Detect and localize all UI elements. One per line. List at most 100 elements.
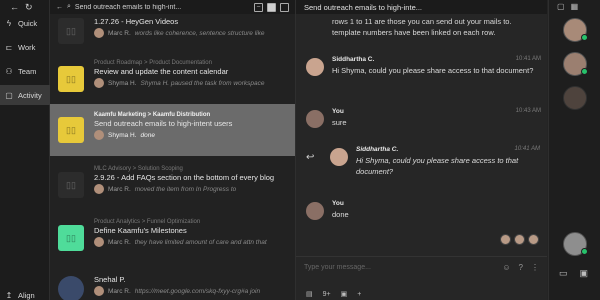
left-sidebar: ← ↻ ϟ Quick ⊏ Work ⚇ Team ▢ Activity ↥ A…: [0, 0, 50, 300]
rail-top-controls: ▢ ▦: [557, 2, 578, 11]
avatar[interactable]: [563, 232, 588, 256]
message-time: 10:41 AM: [514, 146, 540, 152]
task-breadcrumb[interactable]: MLC Advisory > Solution Scoping: [94, 165, 295, 173]
task-breadcrumb[interactable]: Product Roadmap > Product Documentation: [94, 59, 295, 67]
screen-icon[interactable]: ▣: [580, 268, 589, 279]
task-author: Marc R.: [108, 185, 131, 193]
task-last-activity: https://meet.google.com/skq-fxyy-crg#a j…: [134, 287, 261, 295]
history-icon[interactable]: ↻: [25, 2, 33, 13]
minimize-icon[interactable]: –: [254, 2, 263, 12]
task-last-activity: they have limited amount of care and att…: [134, 238, 267, 246]
task-meta: Marc R. moved the item from In Progress …: [94, 184, 295, 194]
sidebar-item-label: Team: [18, 66, 37, 76]
task-author: Shyma H.: [108, 79, 137, 87]
avatar: [94, 28, 104, 38]
avatar: [500, 234, 511, 245]
avatar: [94, 130, 104, 140]
online-indicator: [581, 34, 588, 41]
sidebar-item-label: Work: [18, 42, 36, 52]
task-title: 2.9.26 - Add FAQs section on the bottom …: [94, 173, 275, 182]
avatar: [94, 184, 104, 194]
task-title: Send outreach emails to high-intent user…: [94, 119, 233, 128]
screen-icon[interactable]: ▣: [341, 290, 348, 298]
chat-icon: ▢: [5, 90, 13, 100]
sidebar-item-quick[interactable]: ϟ Quick: [0, 13, 50, 33]
sidebar-item-label: Quick: [18, 18, 38, 28]
task-title: Review and update the content calendar: [94, 67, 229, 76]
avatar: [514, 234, 525, 245]
rail-bottom-icons: ▭ ▣: [559, 268, 588, 279]
task-list-header-title: Send outreach emails to high-int...: [74, 3, 182, 11]
task-author: Marc R.: [108, 238, 131, 246]
avatar: [94, 78, 104, 88]
task-meta: Marc R. https://meet.google.com/skq-fxyy…: [94, 286, 295, 296]
sidebar-item-team[interactable]: ⚇ Team: [0, 61, 50, 81]
notifications-badge[interactable]: 9+: [323, 291, 331, 298]
back-arrow-icon[interactable]: ←: [10, 2, 19, 12]
task-row-selected[interactable]: ▯▯ Kaamfu Marketing > Kaamfu Distributio…: [50, 104, 295, 156]
task-last-activity: words like coherence, sentence structure…: [134, 29, 265, 37]
message-icon[interactable]: ▭: [559, 268, 568, 279]
message-composer[interactable]: Type your message... ☺ ? ⋮: [296, 256, 547, 278]
help-icon[interactable]: ?: [519, 263, 523, 272]
task-thumbnail: ▯▯: [58, 66, 84, 92]
avatar: [306, 58, 324, 76]
task-breadcrumb[interactable]: Product Analytics > Funnel Optimization: [94, 218, 295, 226]
sidebar-item-activity[interactable]: ▢ Activity: [0, 85, 50, 105]
mic-icon[interactable]: ⋮: [531, 263, 539, 272]
avatar: [58, 276, 84, 300]
message-text: Hi Shyma, could you please share access …: [332, 66, 534, 75]
task-row[interactable]: Snehal P. Marc R. https://meet.google.co…: [50, 270, 295, 300]
avatar[interactable]: [563, 86, 587, 110]
chat-icon[interactable]: ▢: [557, 2, 565, 11]
task-row[interactable]: ▯▯ MLC Advisory > Solution Scoping 2.9.2…: [50, 162, 295, 208]
online-indicator: [581, 248, 588, 255]
search-icon[interactable]: ⌕: [67, 3, 71, 11]
avatar[interactable]: [563, 18, 588, 42]
emoji-icon[interactable]: ☺: [502, 263, 510, 272]
list-view-icon[interactable]: [267, 2, 276, 12]
right-rail: ▢ ▦ ▭ ▣: [548, 0, 600, 300]
task-row[interactable]: ▯▯ Product Analytics > Funnel Optimizati…: [50, 215, 295, 261]
chat-message-text: rows 1 to 11 are those you can send out …: [332, 17, 512, 37]
read-receipts: [500, 234, 539, 245]
message-input[interactable]: Type your message...: [304, 264, 494, 271]
lightning-icon: ϟ: [6, 18, 12, 28]
task-meta: Marc R. they have limited amount of care…: [94, 237, 295, 247]
avatar: [528, 234, 539, 245]
grid-view-icon[interactable]: [280, 2, 289, 12]
task-thumbnail: ▯▯: [58, 117, 84, 143]
avatar[interactable]: [563, 52, 588, 76]
task-thumbnail: ▯▯: [58, 18, 84, 44]
sidebar-top-controls: ← ↻: [0, 0, 49, 14]
task-breadcrumb[interactable]: Kaamfu Marketing > Kaamfu Distribution: [94, 111, 295, 119]
task-last-activity: Shyma H. paused the task from workspace: [140, 79, 265, 87]
sidebar-item-align[interactable]: ↥ Align: [0, 290, 50, 300]
task-author: Shyma H.: [108, 131, 137, 139]
task-last-activity: moved the item from In Progress to: [134, 185, 237, 193]
message-text: done: [332, 210, 349, 219]
sidebar-item-work[interactable]: ⊏ Work: [0, 37, 50, 57]
avatar: [94, 286, 104, 296]
chat-message: You 10:43 AM sure: [306, 108, 541, 128]
avatar: [330, 148, 348, 166]
task-author: Marc R.: [108, 29, 131, 37]
task-last-activity: done: [140, 131, 156, 139]
quoted-message: Siddhartha C. 10:41 AM Hi Shyma, could yo…: [330, 146, 540, 177]
task-row[interactable]: ▯▯ 1.27.26 - HeyGen Videos Marc R. words…: [50, 14, 295, 48]
task-list-panel: ← ⌕ Send outreach emails to high-int... …: [50, 0, 295, 300]
reply-icon[interactable]: ↩: [306, 152, 314, 163]
task-row[interactable]: ▯▯ Product Roadmap > Product Documentati…: [50, 56, 295, 102]
sidebar-item-label: Align: [18, 290, 35, 300]
task-author: Marc R.: [108, 287, 131, 295]
attach-icon[interactable]: ▤: [306, 290, 313, 298]
task-thumbnail: ▯▯: [58, 225, 84, 251]
avatar: [306, 110, 324, 128]
work-icon: ⊏: [5, 42, 13, 52]
back-icon[interactable]: ←: [56, 4, 63, 11]
grid-icon[interactable]: ▦: [571, 2, 579, 11]
avatar: [306, 202, 324, 220]
task-meta: Marc R. words like coherence, sentence s…: [94, 28, 295, 38]
add-button[interactable]: +: [357, 291, 361, 298]
message-time: 10:41 AM: [515, 56, 541, 62]
